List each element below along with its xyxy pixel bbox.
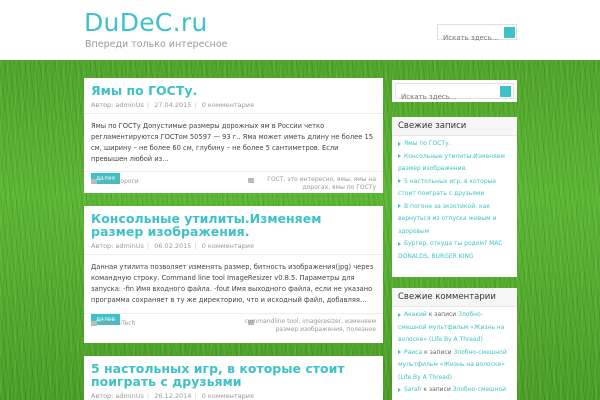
post-meta: Автор: adminUs | 26.12.2014 | 0 комментари… — [91, 392, 254, 400]
recent-post-link[interactable]: В погоне за экзотикой: как вернуться из … — [398, 201, 511, 239]
bullet-arrow-icon — [398, 241, 401, 246]
sidebar-search-input[interactable] — [396, 90, 513, 104]
post-card: Ямы по ГОСТу. Автор: adminUs | 27.04.2015… — [84, 78, 383, 193]
header-search — [437, 24, 517, 45]
post-card: Консольные утилиты.Изменяем размер изобр… — [84, 206, 383, 343]
widget-title: Свежие комментарии — [392, 288, 517, 307]
post-author[interactable]: Автор: adminUs — [91, 101, 144, 109]
bullet-arrow-icon — [398, 154, 401, 158]
post-card: 5 настольных игр, в которые стоит поигра… — [84, 356, 383, 400]
post-title[interactable]: 5 настольных игр, в которые стоит поигра… — [84, 356, 383, 388]
widget-title: Свежие записи — [392, 117, 517, 136]
post-category[interactable]: ПРО Дороги — [101, 178, 139, 185]
post-tags[interactable]: ГОСТ, это интересно, ямы, ямы на дорогах… — [241, 176, 376, 191]
bullet-arrow-icon — [398, 350, 401, 354]
recent-post-link[interactable]: Бургер, откуда ты родом? MAC DONALDS, BU… — [398, 238, 511, 263]
comment-author[interactable]: Акакий — [404, 311, 427, 318]
comment-author[interactable]: Раиса — [404, 349, 422, 356]
post-excerpt: Ямы по ГОСТу Допустимые размеры дорожных… — [91, 122, 374, 163]
bullet-arrow-icon — [398, 141, 401, 146]
post-comments[interactable]: 0 комментария — [202, 101, 254, 109]
post-date: 26.12.2014 — [154, 392, 192, 400]
post-footer: ПРО HiTech commandline tool, imageresize… — [84, 313, 383, 343]
post-footer: ПРО Дороги ГОСТ, это интересно, ямы, ямы… — [84, 171, 383, 193]
post-category[interactable]: ПРО HiTech — [101, 320, 135, 327]
search-icon[interactable] — [500, 86, 511, 97]
recent-comment: Sarah к записи Злобно-смешной — [398, 384, 511, 397]
recent-post-link[interactable]: Консольные утилиты.Изменяем размер изобр… — [398, 151, 511, 176]
post-author[interactable]: Автор: adminUs — [91, 242, 144, 250]
recent-posts-widget: Свежие записи Ямы по ГОСТу. Консольные у… — [392, 117, 517, 277]
bullet-arrow-icon — [398, 387, 401, 392]
post-title[interactable]: Консольные утилиты.Изменяем размер изобр… — [84, 206, 383, 238]
recent-comments-widget: Свежие комментарии Акакий к записи Злобн… — [392, 288, 517, 400]
post-tags[interactable]: commandline tool, imageresizer, изменяем… — [241, 318, 376, 333]
site-header: DuDeC.ru Впереди только интересное — [0, 0, 600, 60]
site-description: Впереди только интересное — [85, 39, 228, 50]
folder-icon — [91, 321, 97, 326]
post-date: 27.04.2015 — [154, 101, 192, 109]
comment-author[interactable]: Sarah — [404, 386, 421, 393]
folder-icon — [91, 179, 97, 184]
post-title[interactable]: Ямы по ГОСТу. — [84, 78, 383, 97]
post-date: 06.02.2015 — [154, 242, 192, 250]
search-icon[interactable] — [504, 27, 515, 38]
bullet-arrow-icon — [398, 179, 401, 183]
post-comments[interactable]: 0 комментария — [202, 392, 254, 400]
recent-post-link[interactable]: Ямы по ГОСТу. — [398, 138, 511, 151]
recent-comment: Раиса к записи Злобно-смешной мультфильм… — [398, 348, 507, 381]
sidebar-search — [392, 80, 517, 104]
post-meta: Автор: adminUs | 27.04.2015 | 0 комментари… — [84, 97, 383, 114]
site-title[interactable]: DuDeC.ru — [84, 8, 208, 37]
post-comments[interactable]: 0 комментария — [202, 242, 254, 250]
comment-post-link[interactable]: Злобно-смешной — [453, 386, 506, 393]
recent-comment: Акакий к записи Злобно-смешной мультфиль… — [398, 311, 505, 343]
post-meta: Автор: adminUs | 06.02.2015 | 0 комментари… — [84, 238, 383, 255]
bullet-arrow-icon — [398, 312, 401, 317]
post-excerpt: Данная утилита позволяет изменять размер… — [91, 263, 374, 304]
recent-post-link[interactable]: 5 настольных игр, в которые стоит поигра… — [398, 176, 511, 201]
post-author[interactable]: Автор: adminUs — [91, 392, 144, 400]
bullet-arrow-icon — [398, 204, 401, 208]
